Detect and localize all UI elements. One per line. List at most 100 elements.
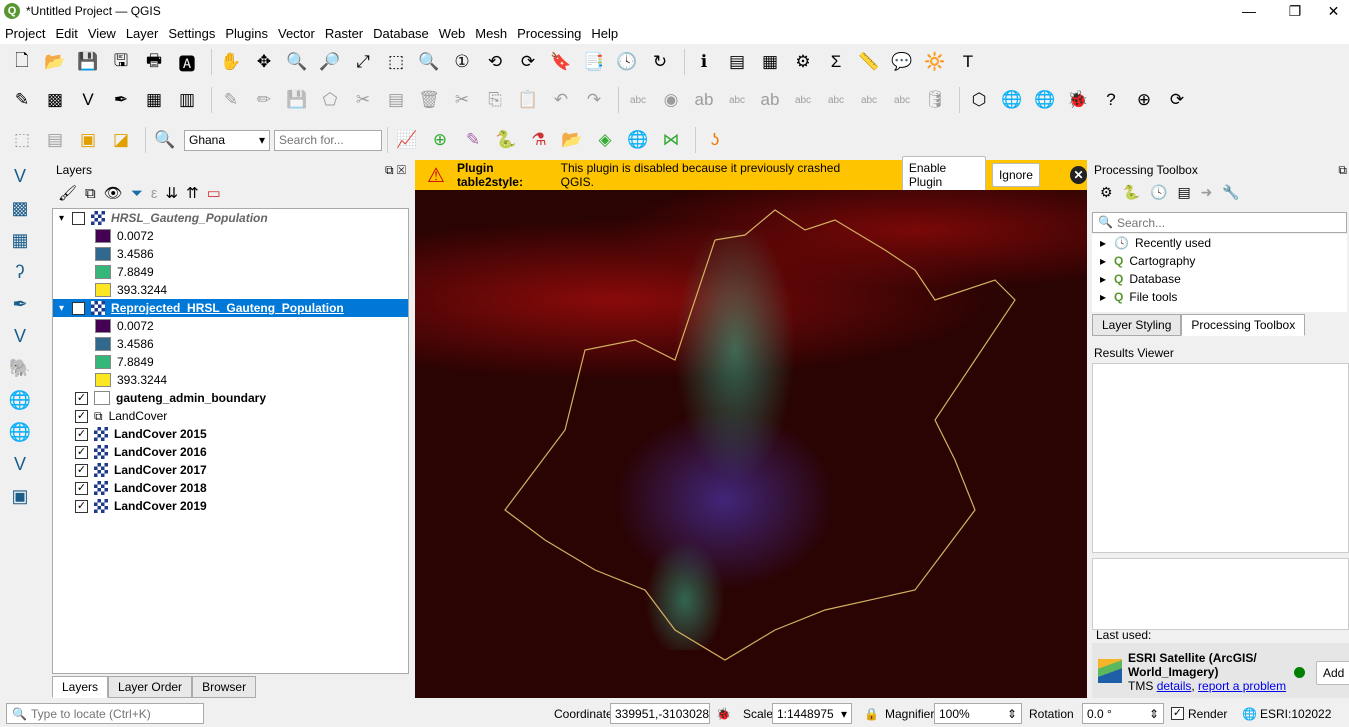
zoom-selection-icon[interactable]: ⬚: [382, 48, 410, 76]
pan-icon[interactable]: ✋: [217, 48, 245, 76]
expand-arrow-icon[interactable]: ▸: [1100, 290, 1106, 304]
help-icon[interactable]: ?: [1097, 86, 1125, 114]
search-input[interactable]: [274, 129, 382, 151]
annotation-icon[interactable]: 💬: [888, 48, 916, 76]
zoom-green-icon[interactable]: ⊕: [426, 126, 454, 154]
locator-input[interactable]: [6, 703, 204, 724]
crs-label[interactable]: ESRI:102022: [1260, 707, 1331, 721]
menu-processing[interactable]: Processing: [512, 26, 586, 41]
menu-view[interactable]: View: [83, 26, 121, 41]
ignore-button[interactable]: Ignore: [991, 163, 1040, 187]
save-as-icon[interactable]: 🖫: [107, 48, 135, 76]
redo-icon[interactable]: ↷: [580, 86, 608, 114]
history-icon[interactable]: 🕓: [1150, 184, 1167, 201]
edit-pencil-icon[interactable]: ✎: [217, 86, 245, 114]
folder-icon[interactable]: 📂: [558, 126, 586, 154]
menu-project[interactable]: Project: [0, 26, 50, 41]
zoom-out-icon[interactable]: 🔎: [316, 48, 344, 76]
tab-processing-toolbox[interactable]: Processing Toolbox: [1181, 314, 1306, 336]
attribute-table-icon[interactable]: ▤: [41, 126, 69, 154]
layer-visibility-checkbox[interactable]: ✓: [75, 499, 88, 513]
mesh-icon[interactable]: ▥: [173, 86, 201, 114]
expand-icon[interactable]: ⇊: [166, 184, 179, 202]
identify-icon[interactable]: ℹ: [690, 48, 718, 76]
bowtie-icon[interactable]: ⋈: [657, 126, 685, 154]
vector-digitize-icon[interactable]: V: [74, 86, 102, 114]
layer-row[interactable]: ✓ LandCover 2015: [53, 425, 408, 443]
tab-layers[interactable]: Layers: [52, 676, 109, 698]
add-service-button[interactable]: Add: [1316, 661, 1349, 685]
render-checkbox[interactable]: ✓: [1171, 707, 1184, 720]
layer-row[interactable]: ✓ gauteng_admin_boundary: [53, 389, 408, 407]
add-raster-icon[interactable]: ▩: [5, 194, 35, 222]
zoom-native-icon[interactable]: ①: [448, 48, 476, 76]
plugin-manager-icon[interactable]: ⚗: [525, 126, 553, 154]
panel-close-icon[interactable]: ⧉ ☒: [385, 163, 406, 178]
layer-visibility-checkbox[interactable]: ✓: [75, 445, 88, 459]
menu-help[interactable]: Help: [586, 26, 623, 41]
add-wfs-icon[interactable]: V: [5, 450, 35, 478]
layer-visibility-checkbox[interactable]: ✓: [75, 481, 88, 495]
wms-icon[interactable]: 🌐: [998, 86, 1026, 114]
new-project-icon[interactable]: 🗋: [8, 48, 36, 76]
report-problem-link[interactable]: report a problem: [1198, 679, 1286, 693]
statistics-icon[interactable]: Σ: [822, 48, 850, 76]
measure-icon[interactable]: 📏: [855, 48, 883, 76]
expand-arrow-icon[interactable]: ▸: [1100, 254, 1106, 268]
wfs-icon[interactable]: 🌐: [1031, 86, 1059, 114]
add-mesh-icon[interactable]: ▦: [5, 226, 35, 254]
refresh-icon[interactable]: ↻: [646, 48, 674, 76]
undo-icon[interactable]: ↶: [547, 86, 575, 114]
text-annotation-icon[interactable]: T: [954, 48, 982, 76]
style-manager-icon[interactable]: 🅰: [173, 48, 201, 76]
vertex-tool-icon[interactable]: ✂: [349, 86, 377, 114]
tab-layer-styling[interactable]: Layer Styling: [1092, 314, 1182, 336]
lock-icon[interactable]: 🔒: [864, 707, 879, 721]
attribute-table-icon[interactable]: ▤: [723, 48, 751, 76]
filter-icon[interactable]: ⏷: [131, 185, 143, 202]
menu-mesh[interactable]: Mesh: [470, 26, 512, 41]
menu-vector[interactable]: Vector: [273, 26, 320, 41]
layer-visibility-checkbox[interactable]: ✓: [75, 427, 88, 441]
map-tips-icon[interactable]: 🔆: [921, 48, 949, 76]
add-group-icon[interactable]: ⧉: [85, 185, 96, 202]
cut-icon[interactable]: ✂: [448, 86, 476, 114]
add-spatialite-icon[interactable]: ✒: [5, 290, 35, 318]
select-icon[interactable]: ⬚: [8, 126, 36, 154]
expand-arrow-icon[interactable]: ▸: [1100, 272, 1106, 286]
tab-browser[interactable]: Browser: [192, 676, 257, 698]
python-icon[interactable]: 🐍: [1123, 184, 1140, 201]
menu-web[interactable]: Web: [434, 26, 471, 41]
layer-row[interactable]: ✓ LandCover 2016: [53, 443, 408, 461]
add-wcs-icon[interactable]: 🌐: [5, 418, 35, 446]
collapse-arrow-icon[interactable]: ▾: [59, 303, 64, 314]
toggle-extents-icon[interactable]: 🐞: [716, 707, 731, 721]
add-postgis-icon[interactable]: 🐘: [5, 354, 35, 382]
add-delimited-icon[interactable]: ʔ: [5, 258, 35, 286]
processing-group[interactable]: ▸ 🕓 Recently used: [1092, 234, 1347, 252]
add-virtual-icon[interactable]: V: [5, 322, 35, 350]
close-message-icon[interactable]: ✕: [1069, 166, 1087, 184]
style-icon[interactable]: 🖌: [58, 184, 77, 202]
layer-row[interactable]: ✓ LandCover 2017: [53, 461, 408, 479]
processing-group[interactable]: ▸ Q File tools: [1092, 288, 1347, 306]
menu-layer[interactable]: Layer: [121, 26, 164, 41]
save-edits-icon[interactable]: 💾: [283, 86, 311, 114]
label-6-icon[interactable]: abc: [789, 86, 817, 114]
magnifier-spinbox[interactable]: 100% ⇕: [934, 703, 1022, 724]
menu-plugins[interactable]: Plugins: [220, 26, 273, 41]
zoom-layer-icon[interactable]: 🔍: [415, 48, 443, 76]
collapse-icon[interactable]: ⇈: [186, 184, 199, 202]
zoom-last-icon[interactable]: ⟲: [481, 48, 509, 76]
maximize-button[interactable]: ❐: [1272, 0, 1318, 22]
close-button[interactable]: ✕: [1318, 0, 1349, 22]
new-bookmark-icon[interactable]: 🔖: [547, 48, 575, 76]
coordinate-field[interactable]: 339951,-3103028: [610, 703, 710, 724]
georef-icon[interactable]: ⊕: [1130, 86, 1158, 114]
results-icon[interactable]: ▤: [1177, 184, 1190, 201]
processing-search-input[interactable]: [1092, 212, 1347, 233]
label-5-icon[interactable]: ab: [756, 86, 784, 114]
crs-icon[interactable]: 🌐: [1242, 707, 1257, 721]
temporal-icon[interactable]: 🕓: [613, 48, 641, 76]
scribble-icon[interactable]: ʖ: [701, 126, 729, 154]
